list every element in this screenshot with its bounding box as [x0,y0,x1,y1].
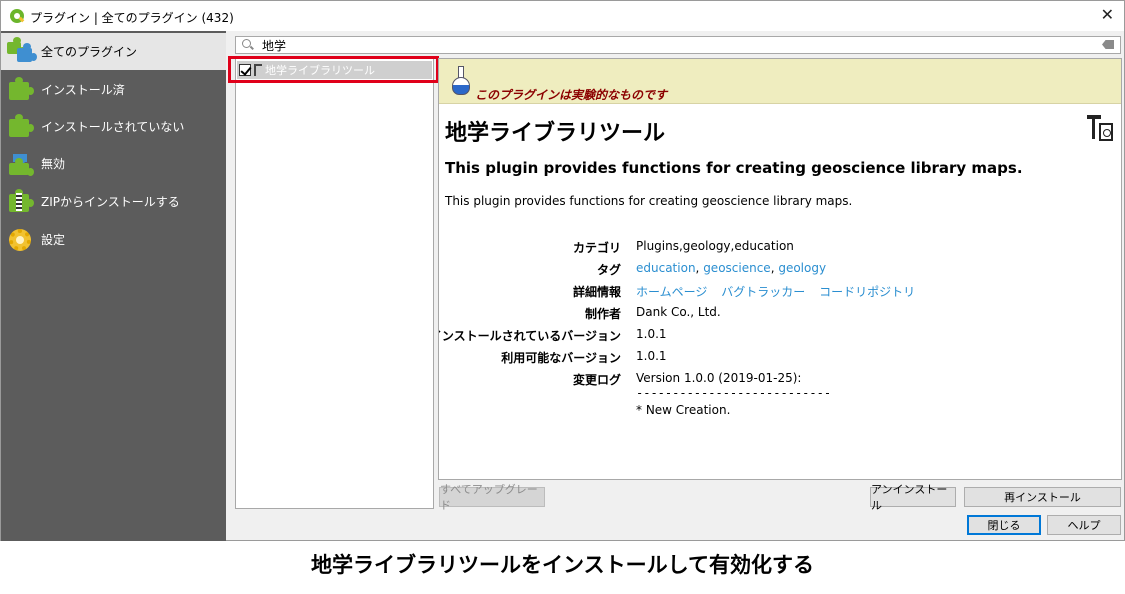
category-value: Plugins,geology,education [636,239,794,253]
sidebar-item-label: 全てのプラグイン [41,45,138,59]
highlight-annotation [228,56,439,83]
sidebar-item-settings[interactable]: 設定 [1,221,226,258]
search-icon [242,39,251,48]
sidebar-item-label: インストール済 [41,83,125,97]
close-button[interactable]: 閉じる [967,515,1041,535]
changelog-line: * New Creation. [636,403,731,417]
category-label: カテゴリ [572,241,621,255]
plugin-list: 地学ライブラリツール [235,58,434,509]
tag-link[interactable]: geology [778,261,826,275]
help-button[interactable]: ヘルプ [1047,515,1121,535]
more-info-links: ホームページ バグトラッカー コードリポジトリ [636,283,915,300]
code-repository-link[interactable]: コードリポジトリ [819,285,915,299]
sidebar-item-invalid[interactable]: 無効 [1,145,226,182]
all-plugins-icon [7,36,37,65]
clear-search-icon[interactable] [1102,40,1114,49]
plugin-details-panel: このプラグインは実験的なものです 地学ライブラリツール This plugin … [438,58,1122,480]
sidebar-item-label: ZIPからインストールする [41,195,180,209]
zip-install-icon [7,188,34,215]
tag-link[interactable]: geoscience [703,261,771,275]
available-version-label: 利用可能なバージョン [501,351,621,365]
installed-version-value[interactable]: 1.0.1 [636,327,667,341]
installed-plugin-icon [7,76,34,103]
sidebar-item-zip[interactable]: ZIPからインストールする [1,183,226,220]
author-label: 制作者 [584,307,621,321]
homepage-link[interactable]: ホームページ [636,285,707,299]
flask-icon [451,66,471,96]
author-link[interactable]: Dank Co., Ltd. [636,305,721,319]
close-window-icon[interactable]: ✕ [1101,5,1114,24]
sidebar-item-all[interactable]: 全てのプラグイン [1,33,226,70]
changelog-line: --------------------------- [636,386,832,400]
upgrade-all-button[interactable]: すべてアップグレード [439,483,545,512]
plugin-title: 地学ライブラリツール [445,121,666,146]
tag-link[interactable]: education [636,261,696,275]
search-box [235,36,1121,54]
sidebar-item-label: 設定 [41,233,66,247]
sidebar-item-label: 無効 [41,157,66,171]
reinstall-button[interactable]: 再インストール [964,487,1121,507]
experimental-banner: このプラグインは実験的なものです [439,59,1121,104]
sidebar: 全てのプラグイン インストール済 インストールされていない 無効 ZIPからイン… [1,31,226,541]
changelog-line: Version 1.0.0 (2019-01-25): [636,371,802,385]
sidebar-item-not-installed[interactable]: インストールされていない [1,108,226,145]
tags-label: タグ [596,263,621,277]
plugin-description: This plugin provides functions for creat… [445,194,853,208]
plugin-manager-window: プラグイン | 全てのプラグイン (432) ✕ 全てのプラグイン インストール… [0,0,1125,541]
uninstall-button[interactable]: アンインストール [870,483,956,512]
installed-version-label: インストールされているバージョン [438,329,621,343]
search-input[interactable] [262,37,1102,53]
tags-value: education, geoscience, geology [636,261,826,275]
window-title: プラグイン | 全てのプラグイン (432) [30,11,234,25]
sidebar-item-installed[interactable]: インストール済 [1,71,226,108]
plugin-summary: This plugin provides functions for creat… [445,159,1023,177]
sidebar-item-label: インストールされていない [41,120,185,134]
plugin-logo-icon [1087,113,1115,143]
more-info-label: 詳細情報 [572,285,621,299]
settings-gear-icon [7,227,33,253]
caption-text: 地学ライブラリツールをインストールして有効化する [311,553,814,577]
qgis-logo-icon [10,9,24,23]
bug-tracker-link[interactable]: バグトラッカー [721,285,805,299]
available-version-value[interactable]: 1.0.1 [636,349,667,363]
invalid-plugin-icon [7,151,34,177]
not-installed-plugin-icon [7,113,34,140]
experimental-warning: このプラグインは実験的なものです [475,88,668,102]
title-bar: プラグイン | 全てのプラグイン (432) ✕ [1,1,1124,31]
